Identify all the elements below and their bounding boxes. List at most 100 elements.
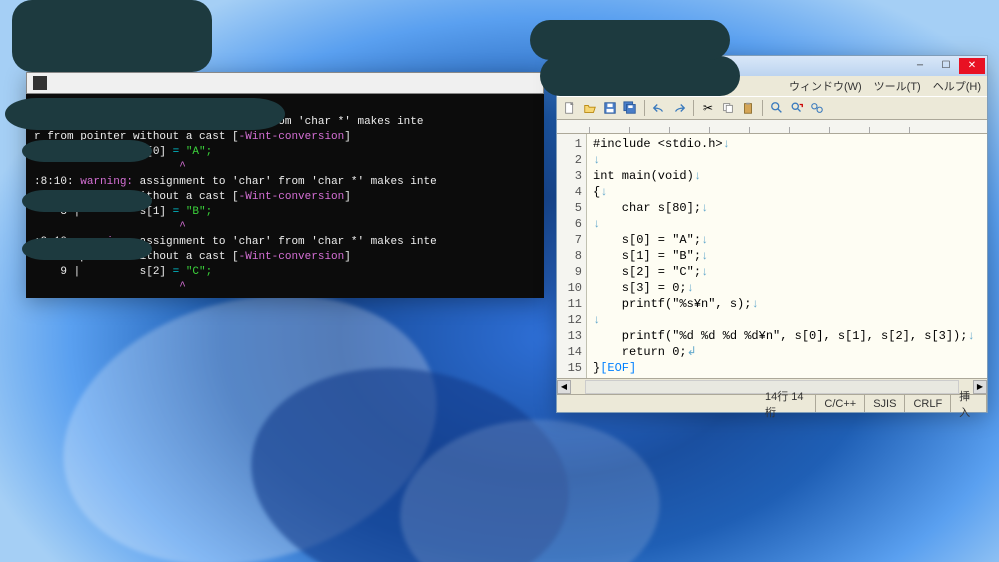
editor-window: ─ ☐ ✕ ウィンドウ(W) ツール(T) ヘルプ(H) ✂ 123456789… [556, 55, 988, 413]
terminal-warning-label: warning: [80, 176, 133, 188]
status-encoding: SJIS [865, 395, 905, 412]
code-area[interactable]: #include <stdio.h>↓ ↓ int main(void)↓ {↓… [587, 134, 987, 378]
new-file-icon[interactable] [561, 99, 579, 117]
line-number: 11 [557, 296, 582, 312]
return-symbol: ↓ [593, 313, 600, 327]
line-number: 6 [557, 216, 582, 232]
return-symbol: ↓ [701, 265, 708, 279]
line-number: 14 [557, 344, 582, 360]
terminal-caret: ^ [34, 221, 186, 233]
menu-tool[interactable]: ツール(T) [868, 76, 927, 96]
undo-icon[interactable] [650, 99, 668, 117]
editor-statusbar: 14行 14桁 C/C++ SJIS CRLF 挿入 [557, 394, 987, 412]
return-symbol: ↓ [694, 169, 701, 183]
editor-body: 123456789101112131415 #include <stdio.h>… [557, 134, 987, 378]
terminal-flag: -Wint-conversion [239, 251, 345, 263]
line-number: 5 [557, 200, 582, 216]
scroll-left-icon[interactable]: ◀ [557, 380, 571, 394]
open-file-icon[interactable] [581, 99, 599, 117]
maximize-button[interactable]: ☐ [933, 58, 959, 74]
find-icon[interactable] [768, 99, 786, 117]
terminal-code: 9 | s[2] [34, 266, 173, 278]
terminal-text: ] [344, 191, 351, 203]
redaction-mark [5, 98, 285, 130]
line-number: 9 [557, 264, 582, 280]
code-line: char s[80]; [593, 201, 701, 215]
return-symbol: ↓ [701, 233, 708, 247]
eof-marker: [EOF] [600, 361, 636, 375]
line-number: 12 [557, 312, 582, 328]
redaction-mark [530, 20, 730, 60]
terminal-flag: -Wint-conversion [239, 191, 345, 203]
redaction-mark [22, 190, 152, 212]
code-line: printf("%s¥n", s); [593, 297, 751, 311]
terminal-code: "A"; [179, 146, 212, 158]
status-mode: 挿入 [951, 395, 987, 412]
status-eol: CRLF [905, 395, 951, 412]
line-number: 15 [557, 360, 582, 376]
terminal-text: ] [344, 131, 351, 143]
code-line: s[1] = "B"; [593, 249, 701, 263]
line-number: 3 [557, 168, 582, 184]
terminal-caret: ^ [34, 281, 186, 293]
terminal-code: "C"; [179, 266, 212, 278]
redo-icon[interactable] [670, 99, 688, 117]
line-number: 13 [557, 328, 582, 344]
line-number: 10 [557, 280, 582, 296]
redaction-mark [22, 238, 152, 260]
return-symbol: ↓ [593, 153, 600, 167]
menu-window[interactable]: ウィンドウ(W) [783, 76, 868, 96]
redaction-mark [540, 56, 740, 96]
line-gutter: 123456789101112131415 [557, 134, 587, 378]
menu-help[interactable]: ヘルプ(H) [927, 76, 987, 96]
status-position: 14行 14桁 [757, 395, 816, 412]
redaction-mark [12, 0, 212, 72]
find-next-icon[interactable] [788, 99, 806, 117]
toolbar-separator [762, 100, 763, 116]
terminal-caret: ^ [34, 161, 186, 173]
cut-icon[interactable]: ✂ [699, 99, 717, 117]
return-symbol: ↓ [701, 201, 708, 215]
return-symbol: ↓ [593, 217, 600, 231]
code-line: s[2] = "C"; [593, 265, 701, 279]
code-line: printf("%d %d %d %d¥n", s[0], s[1], s[2]… [593, 329, 967, 343]
return-symbol: ↓ [600, 185, 607, 199]
line-number: 1 [557, 136, 582, 152]
terminal-titlebar[interactable] [26, 72, 544, 94]
line-number: 2 [557, 152, 582, 168]
terminal-text: ] [344, 251, 351, 263]
toolbar-separator [644, 100, 645, 116]
status-language: C/C++ [816, 395, 865, 412]
terminal-text: assignment to 'char' from 'char *' makes… [133, 176, 437, 188]
save-all-icon[interactable] [621, 99, 639, 117]
replace-icon[interactable] [808, 99, 826, 117]
return-symbol: ↓ [687, 281, 694, 295]
terminal-text: assignment to 'char' from 'char *' makes… [133, 236, 437, 248]
code-line: s[3] = 0; [593, 281, 687, 295]
save-icon[interactable] [601, 99, 619, 117]
terminal-flag: -Wint-conversion [239, 131, 345, 143]
terminal-icon [33, 76, 47, 90]
return-symbol: ↓ [751, 297, 758, 311]
return-symbol: ↓ [701, 249, 708, 263]
redaction-mark [22, 140, 152, 162]
return-symbol: ↓ [967, 329, 974, 343]
line-number: 7 [557, 232, 582, 248]
terminal-loc: :8:10: [34, 176, 74, 188]
editor-ruler [557, 120, 987, 134]
terminal-code: "B"; [179, 206, 212, 218]
return-symbol: ↲ [687, 345, 697, 359]
code-line: return 0; [593, 345, 687, 359]
code-line: s[0] = "A"; [593, 233, 701, 247]
editor-toolbar: ✂ [557, 96, 987, 120]
close-button[interactable]: ✕ [959, 58, 985, 74]
return-symbol: ↓ [723, 137, 730, 151]
minimize-button[interactable]: ─ [907, 58, 933, 74]
line-number: 4 [557, 184, 582, 200]
line-number: 8 [557, 248, 582, 264]
toolbar-separator [693, 100, 694, 116]
code-line: #include <stdio.h> [593, 137, 723, 151]
paste-icon[interactable] [739, 99, 757, 117]
code-line: int main(void) [593, 169, 694, 183]
copy-icon[interactable] [719, 99, 737, 117]
